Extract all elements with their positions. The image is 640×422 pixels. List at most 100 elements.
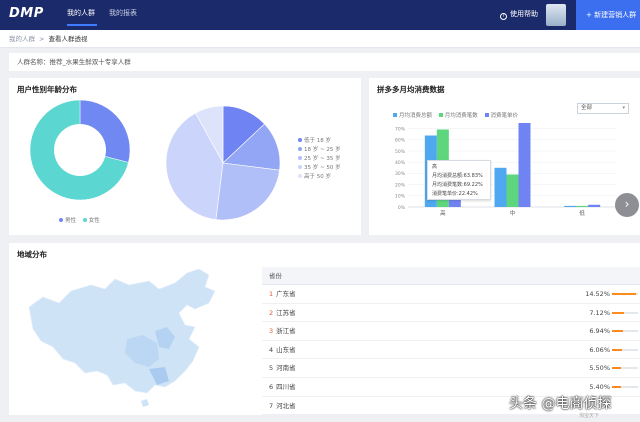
- y-tick-label: 20%: [395, 182, 406, 188]
- y-tick-label: 50%: [395, 149, 406, 155]
- bar-0-1: [494, 167, 507, 207]
- row-rank: 1: [269, 290, 274, 298]
- map-island: [141, 399, 149, 407]
- consume-card: 拼多多月均消费数据 月均消费总额 月均消费笔数 消费笔单价 全部 ▾ 0% 10% 2…: [369, 78, 640, 235]
- age-slice-2: [215, 162, 280, 221]
- row-percent: 6.06%: [589, 345, 610, 354]
- gender-legend-female: 女性: [88, 218, 100, 224]
- age-legend-swatch: [298, 156, 302, 160]
- help-link[interactable]: ? 使用帮助: [500, 9, 538, 20]
- row-percent: 7.12%: [589, 308, 610, 317]
- table-row[interactable]: 3 浙江省 6.94%: [262, 322, 640, 341]
- tooltip-line-unit: 消费笔单价:22.42%: [432, 191, 478, 197]
- y-tick-label: 40%: [395, 160, 406, 166]
- row-share-bar: [612, 348, 638, 351]
- row-share-fill: [612, 293, 636, 295]
- chart-tooltip: 高 月均消费总额:63.83% 月均消费笔数:69.22% 消费笔单价:22.4…: [427, 160, 491, 200]
- age-legend-swatch: [298, 165, 302, 169]
- y-tick-label: 10%: [395, 194, 406, 200]
- row-share-fill: [612, 330, 624, 333]
- age-legend-item: 低于 18 岁: [298, 136, 341, 145]
- donut-hole: [54, 124, 106, 176]
- breadcrumb-separator: >: [39, 35, 45, 43]
- tab-my-crowds[interactable]: 我的人群: [67, 8, 95, 18]
- age-legend: 低于 18 岁 18 岁 ~ 25 岁 25 岁 ~ 35 岁 35 岁 ~ 50 岁…: [298, 136, 341, 181]
- row-rank: 7: [269, 401, 274, 410]
- age-legend-swatch: [298, 174, 302, 178]
- chevron-right-icon[interactable]: ›: [615, 193, 639, 217]
- row-rank: 5: [269, 364, 274, 373]
- table-row[interactable]: 5 河南省 5.50%: [262, 359, 640, 378]
- y-tick-label: 70%: [395, 126, 406, 132]
- bar-2-2: [588, 204, 601, 207]
- row-share-fill: [612, 367, 621, 370]
- bar-1-1: [506, 174, 519, 207]
- row-share-fill: [612, 385, 621, 388]
- row-province: 江苏省: [276, 308, 296, 317]
- watermark: 头条 @电商侦探: [509, 396, 612, 412]
- avatar[interactable]: [546, 4, 566, 26]
- gender-age-card: 用户性别年龄分布 男性 女性 低于 18 岁 18 岁 ~ 25 岁 25 岁 ~ …: [9, 78, 361, 235]
- gender-legend: 男性 女性: [59, 216, 100, 224]
- y-tick-label: 0%: [398, 205, 406, 211]
- row-percent: 5.50%: [589, 364, 610, 373]
- row-share-fill: [612, 348, 622, 351]
- y-tick-label: 60%: [395, 138, 406, 144]
- tooltip-title: 高: [432, 164, 438, 170]
- age-legend-swatch: [298, 138, 302, 142]
- watermark-sub: 淘宝天下: [579, 413, 600, 419]
- row-rank: 2: [269, 308, 274, 317]
- china-map[interactable]: [9, 243, 249, 413]
- age-legend-item: 高于 50 岁: [298, 172, 341, 181]
- top-nav: DMP 我的人群 我的报表 ? 使用帮助 + 新建营销人群: [0, 0, 640, 30]
- table-row[interactable]: 4 山东省 6.06%: [262, 341, 640, 360]
- age-legend-label: 25 岁 ~ 35 岁: [304, 156, 341, 162]
- row-province: 山东省: [276, 345, 296, 354]
- row-share-bar: [612, 385, 638, 388]
- map-shape: [28, 268, 216, 394]
- bar-1-2: [576, 205, 589, 207]
- age-legend-item: 18 岁 ~ 25 岁: [298, 145, 341, 154]
- gender-legend-male: 男性: [65, 218, 77, 224]
- row-share-bar: [612, 367, 638, 370]
- row-rank: 3: [269, 327, 274, 336]
- gender-donut: [29, 99, 131, 201]
- row-province: 河北省: [276, 401, 296, 410]
- tab-my-reports[interactable]: 我的报表: [109, 8, 137, 18]
- x-tick-label: 高: [440, 209, 446, 217]
- breadcrumb-current: 查看人群透视: [48, 35, 88, 43]
- row-province: 四川省: [276, 382, 296, 391]
- age-legend-label: 18 岁 ~ 25 岁: [304, 147, 341, 153]
- new-crowd-button[interactable]: + 新建营销人群: [576, 0, 640, 30]
- age-legend-label: 高于 50 岁: [304, 174, 331, 180]
- row-rank: 6: [269, 382, 274, 391]
- y-tick-label: 30%: [395, 171, 406, 177]
- row-rank: 4: [269, 345, 274, 354]
- table-row[interactable]: 1 广东省 14.52%: [262, 285, 640, 304]
- help-label: 使用帮助: [510, 10, 538, 18]
- female-legend-swatch: [82, 218, 87, 222]
- breadcrumb: 我的人群 > 查看人群透视: [0, 30, 640, 48]
- consume-bar-chart: 0%10%20%30%40%50%60%70%高中低: [395, 123, 617, 217]
- row-percent: 14.52%: [585, 290, 610, 298]
- row-province: 浙江省: [276, 327, 296, 336]
- breadcrumb-parent[interactable]: 我的人群: [9, 35, 35, 43]
- male-legend-swatch: [59, 218, 63, 222]
- tooltip-line-count: 月均消费笔数:69.22%: [432, 182, 483, 188]
- age-legend-swatch: [298, 147, 302, 151]
- x-tick-label: 低: [579, 209, 585, 217]
- row-share-fill: [612, 311, 624, 314]
- logo[interactable]: DMP: [9, 6, 44, 21]
- table-row[interactable]: 2 江苏省 7.12%: [262, 304, 640, 323]
- age-legend-item: 25 岁 ~ 35 岁: [298, 154, 341, 163]
- age-legend-item: 35 岁 ~ 50 岁: [298, 163, 341, 172]
- age-legend-label: 35 岁 ~ 50 岁: [304, 165, 341, 171]
- row-share-bar: [612, 311, 638, 314]
- tooltip-line-total: 月均消费总额:63.83%: [432, 173, 483, 179]
- bar-0-2: [564, 205, 577, 207]
- crowd-name: 人群名称：推荐_水果生鲜双十专享人群: [9, 53, 640, 71]
- row-share-bar: [612, 330, 638, 333]
- region-card: 地域分布 省份 1 广东省 14.52% 2 江苏省 7.12% 3 浙江省 6.94% 4 山东省…: [9, 243, 640, 416]
- bar-2-1: [518, 123, 531, 207]
- row-province: 广东省: [276, 290, 296, 298]
